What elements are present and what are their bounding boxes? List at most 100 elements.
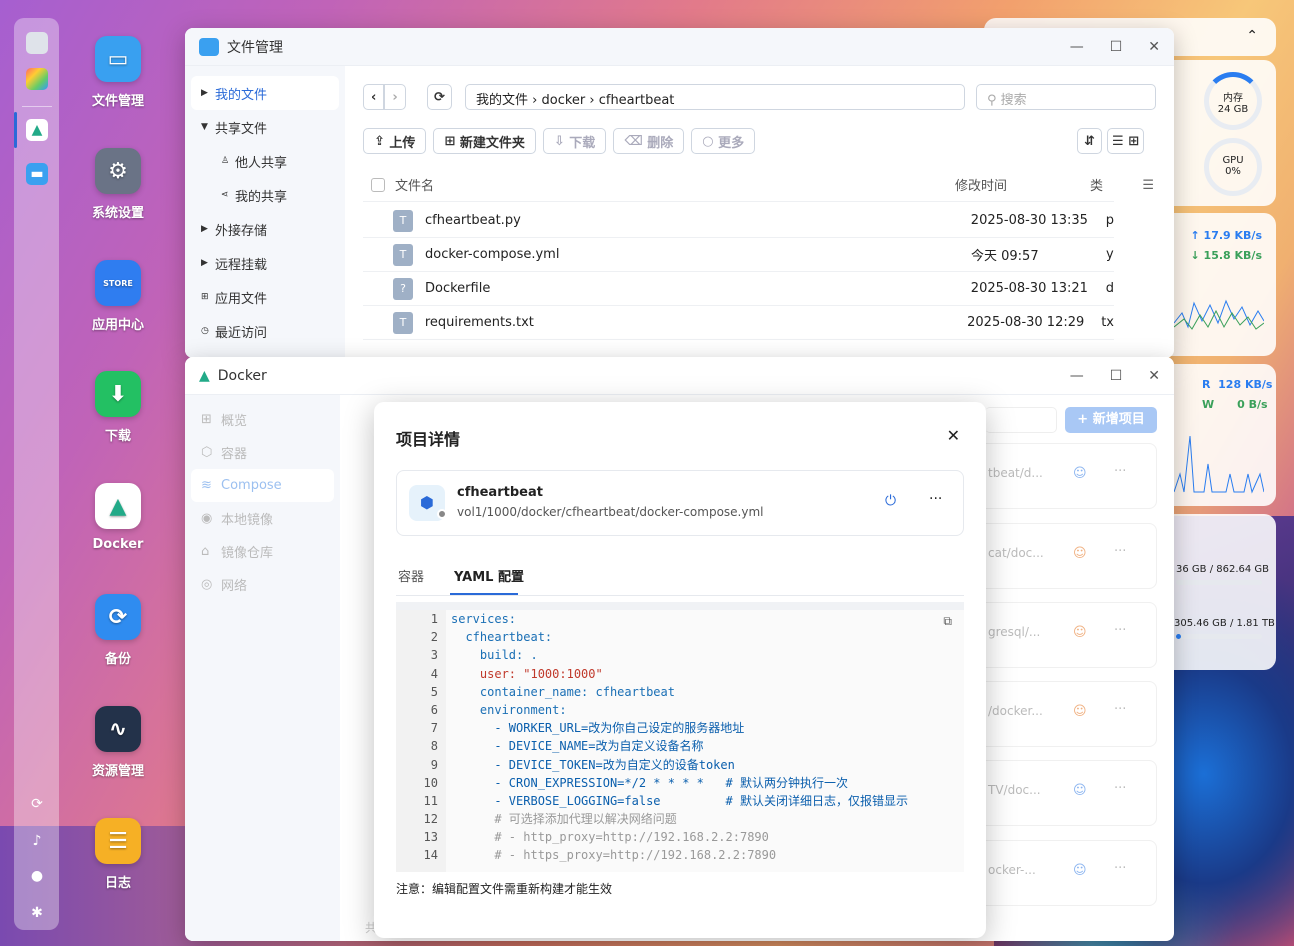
desktop-app-log[interactable]: ☰ 日志	[80, 818, 156, 891]
grid-view-icon[interactable]: ⊞	[1128, 134, 1139, 149]
new-project-button[interactable]: + 新增项目	[1065, 407, 1157, 433]
maximize-icon[interactable]: ☐	[1110, 39, 1123, 55]
minimize-icon[interactable]: —	[1070, 368, 1084, 384]
forward-button[interactable]: ›	[384, 84, 406, 110]
sidebar-item-app-files[interactable]: ⊞ 应用文件	[185, 280, 345, 314]
search-input[interactable]: ⚲ 搜索	[976, 84, 1156, 110]
minimize-icon[interactable]: —	[1070, 39, 1084, 55]
code-line: - DEVICE_NAME=改为自定义设备名称	[451, 739, 704, 754]
sidebar-item-my-shares[interactable]: ⋖ 我的共享	[185, 178, 345, 212]
download-button[interactable]: ⇩ 下载	[542, 128, 607, 154]
sidebar-item-local-images[interactable]: ◉ 本地镜像	[185, 502, 340, 535]
desktop-app-store[interactable]: STORE 应用中心	[80, 260, 156, 333]
project-card[interactable]: tbeat/d... ☺ ···	[957, 443, 1157, 509]
new-folder-button[interactable]: ⊞ 新建文件夹	[433, 128, 536, 154]
more-icon[interactable]: ···	[1114, 544, 1126, 559]
sidebar-item-remote[interactable]: ▶ 远程挂载	[185, 246, 345, 280]
app-grid-icon[interactable]	[26, 68, 48, 90]
sidebar-item-compose[interactable]: ≋ Compose	[191, 469, 334, 502]
network-sparkline	[1174, 299, 1264, 330]
active-tab-indicator	[450, 593, 518, 595]
yaml-editor[interactable]: ⧉ 1 2 3 4 5 6 7 8 9 10 11 12 13 14 services: cfheartb…	[396, 602, 964, 872]
select-all-checkbox[interactable]	[371, 177, 385, 192]
collapse-icon[interactable]: ⌃	[1246, 28, 1258, 44]
close-icon[interactable]: ✕	[947, 426, 960, 445]
sidebar-item-shared[interactable]: ▼ 共享文件	[185, 110, 345, 144]
project-card[interactable]: cat/doc... ☺ ···	[957, 523, 1157, 589]
status-dot	[437, 509, 447, 519]
desktop-app-file-manager[interactable]: ▭ 文件管理	[80, 36, 156, 109]
sidebar-item-overview[interactable]: ⊞ 概览	[185, 403, 340, 436]
table-row[interactable]: Tcfheartbeat.py 2025-08-30 13:35 p	[363, 204, 1114, 238]
breadcrumb-item[interactable]: 我的文件	[476, 93, 528, 108]
desktop-app-download[interactable]: ⬇ 下载	[80, 371, 156, 444]
column-modified[interactable]: 修改时间	[955, 175, 1090, 194]
sort-button[interactable]: ⇵	[1077, 128, 1102, 154]
tab-containers[interactable]: 容器	[398, 566, 424, 585]
more-icon[interactable]: ···	[929, 491, 942, 507]
more-icon[interactable]: ···	[1114, 702, 1126, 717]
power-icon[interactable]: ⏻	[885, 493, 896, 509]
docker-search-input[interactable]	[985, 407, 1057, 433]
more-icon[interactable]: ···	[1114, 781, 1126, 796]
desktop-icon[interactable]	[26, 32, 48, 54]
bell-icon[interactable]: ♪	[26, 830, 48, 852]
column-type[interactable]: 类	[1090, 175, 1103, 194]
user-share-icon: ♙	[221, 156, 230, 166]
sync-icon[interactable]: ⟳	[26, 793, 48, 815]
maximize-icon[interactable]: ☐	[1110, 368, 1123, 384]
tab-yaml[interactable]: YAML 配置	[454, 566, 524, 585]
more-icon[interactable]: ···	[1114, 861, 1126, 876]
view-toggle[interactable]: ☰ ⊞	[1107, 128, 1145, 154]
line-numbers: 1 2 3 4 5 6 7 8 9 10 11 12 13 14	[396, 610, 446, 872]
back-button[interactable]: ‹	[363, 84, 385, 110]
code-line: services:	[451, 612, 517, 626]
refresh-button[interactable]: ⟳	[427, 84, 452, 110]
file-modified: 今天 09:57	[971, 249, 1039, 264]
code-line: # 可选择添加代理以解决网络问题	[451, 812, 677, 827]
sidebar-item-containers[interactable]: ⬡ 容器	[185, 436, 340, 469]
settings-icon[interactable]: ✱	[26, 902, 48, 924]
file-name: Dockerfile	[425, 281, 491, 296]
project-card[interactable]: /docker... ☺ ···	[957, 681, 1157, 747]
more-button[interactable]: ○ 更多	[691, 128, 756, 154]
store-icon-label: STORE	[103, 278, 133, 288]
user-icon[interactable]: ●	[26, 865, 48, 887]
storage-1-text: 36 GB / 862.64 GB	[1176, 564, 1270, 575]
breadcrumb-item[interactable]: docker	[541, 93, 585, 108]
unknown-file-icon: ?	[393, 277, 413, 300]
line-number: 8	[430, 739, 438, 754]
disk-write: W 0 B/s	[1202, 398, 1268, 411]
more-icon[interactable]: ···	[1114, 623, 1126, 638]
upload-button[interactable]: ⇪ 上传	[363, 128, 427, 154]
project-card[interactable]: ocker-... ☺ ···	[957, 840, 1157, 906]
desktop-app-backup[interactable]: ⟳ 备份	[80, 594, 156, 667]
column-name[interactable]: 文件名	[395, 175, 955, 194]
sidebar-item-my-files[interactable]: ▶ 我的文件	[191, 76, 339, 110]
sidebar-item-network[interactable]: ◎ 网络	[185, 568, 340, 601]
delete-button[interactable]: ⌫ 删除	[613, 128, 685, 154]
project-card[interactable]: TV/doc... ☺ ···	[957, 760, 1157, 826]
table-row[interactable]: Trequirements.txt 2025-08-30 12:29 tx	[363, 306, 1114, 340]
close-icon[interactable]: ✕	[1148, 39, 1160, 55]
sidebar-item-registry[interactable]: ⌂ 镜像仓库	[185, 535, 340, 568]
desktop-app-settings[interactable]: ⚙ 系统设置	[80, 148, 156, 221]
sidebar-item-recent[interactable]: ◷ 最近访问	[185, 314, 345, 348]
sidebar-label: 共享文件	[215, 121, 268, 137]
column-settings-icon[interactable]: ☰	[1142, 178, 1154, 193]
docker-dock-icon[interactable]: ▲	[26, 119, 48, 141]
file-manager-dock-icon[interactable]: ▬	[26, 163, 48, 185]
desktop-app-resource-monitor[interactable]: ∿ 资源管理	[80, 706, 156, 779]
more-icon[interactable]: ···	[1114, 464, 1126, 479]
sidebar-item-external[interactable]: ▶ 外接存储	[185, 212, 345, 246]
copy-icon[interactable]: ⧉	[943, 614, 952, 629]
list-view-icon[interactable]: ☰	[1112, 134, 1124, 149]
table-row[interactable]: Tdocker-compose.yml 今天 09:57 y	[363, 238, 1114, 272]
sidebar-item-others-shared[interactable]: ♙ 他人共享	[185, 144, 345, 178]
desktop-app-docker[interactable]: ▲ Docker	[80, 483, 156, 552]
window-title: 文件管理	[227, 39, 283, 56]
project-card[interactable]: gresql/... ☺ ···	[957, 602, 1157, 668]
breadcrumb-item[interactable]: cfheartbeat	[599, 93, 675, 108]
close-icon[interactable]: ✕	[1148, 368, 1160, 384]
table-row[interactable]: ? Dockerfile 2025-08-30 13:21 d	[363, 272, 1114, 306]
